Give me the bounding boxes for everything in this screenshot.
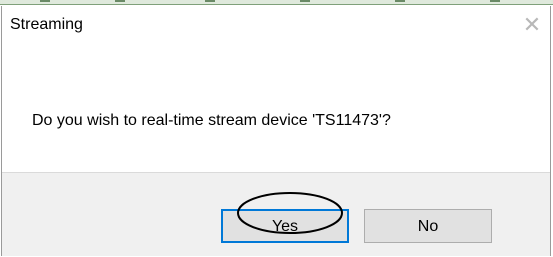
dialog-titlebar: Streaming ✕: [2, 6, 550, 42]
streaming-dialog: Streaming ✕ Do you wish to real-time str…: [1, 6, 551, 256]
background-window-strip: [0, 0, 553, 5]
dialog-title: Streaming: [10, 16, 83, 33]
close-icon[interactable]: ✕: [520, 14, 544, 38]
dialog-footer: Yes No: [2, 172, 550, 256]
dialog-message: Do you wish to real-time stream device '…: [32, 112, 391, 129]
yes-button[interactable]: Yes: [221, 209, 349, 243]
no-button[interactable]: No: [364, 209, 492, 243]
